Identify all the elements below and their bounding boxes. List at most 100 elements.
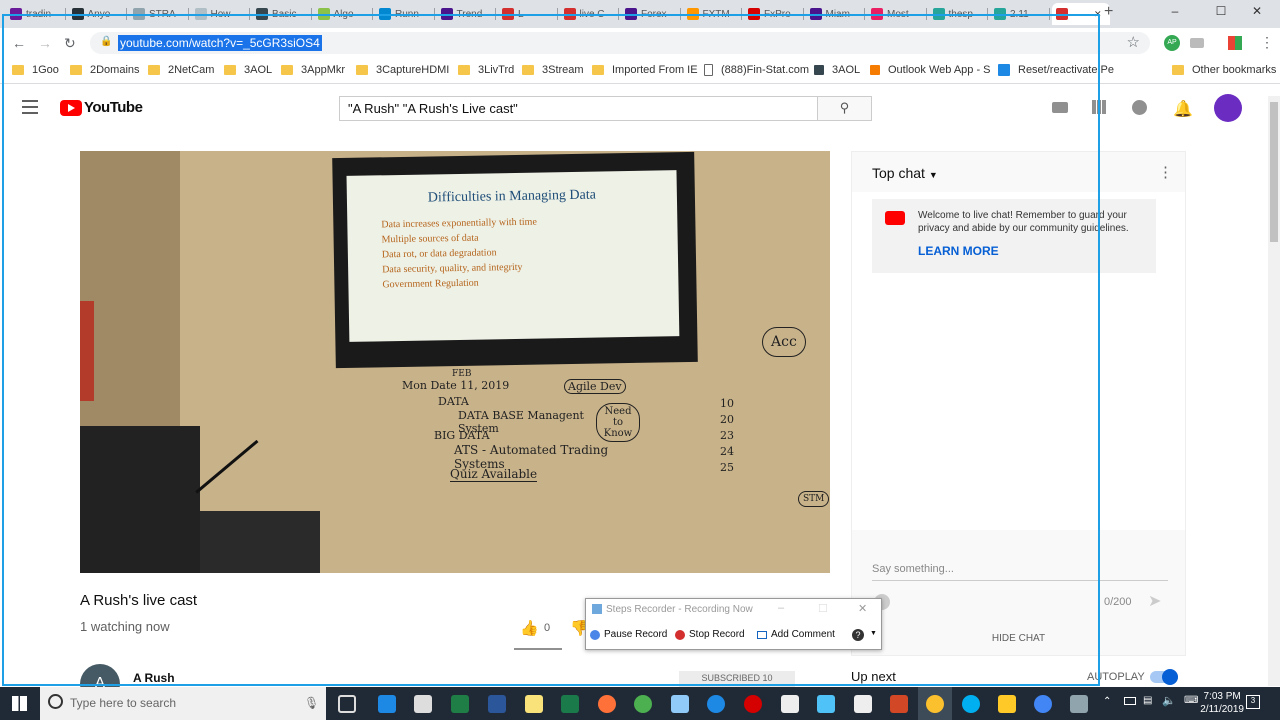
url-text[interactable]: youtube.com/watch?v=_5cGR3siOS4 [118,35,322,51]
battery-icon[interactable] [1124,697,1136,705]
help-icon[interactable]: ? [852,629,864,641]
browser-tab[interactable]: thesp [929,3,988,25]
notifications-center-icon[interactable]: 3 [1246,695,1260,709]
volume-icon[interactable]: 🔈 [1162,694,1176,707]
browser-tab[interactable]: STRA [129,3,189,25]
task-view-icon[interactable] [338,695,356,713]
taskbar-search[interactable]: Type here to search 🎙 [40,687,326,720]
bookmark-item[interactable]: Reset/reactivate Pe [998,64,1114,76]
opera-icon[interactable] [744,695,762,713]
pause-record-button[interactable]: Pause Record [590,629,667,640]
browser-tab[interactable]: Anyo [68,3,127,25]
camera-icon[interactable] [854,695,872,713]
close-window-button[interactable]: ✕ [1234,4,1280,18]
bookmark-item[interactable]: 1Goo [12,64,59,76]
menu-icon[interactable]: ⋮ [1260,34,1274,51]
bookmark-item[interactable]: Outlook Web App - S [870,64,991,76]
hamburger-icon[interactable] [22,100,38,114]
sticky-notes-icon[interactable] [525,695,543,713]
stop-record-button[interactable]: Stop Record [675,629,745,640]
autoplay-toggle[interactable] [1150,669,1178,685]
search-button[interactable]: ⚲ [818,96,872,121]
chat-input[interactable]: Say something... [872,563,1168,581]
page-scrollbar[interactable] [1268,96,1280,686]
browser-tab[interactable]: Basic [252,3,312,25]
browser-tab[interactable]: ✕ [1051,3,1110,25]
bookmark-item[interactable]: 3LivTrd [458,64,514,76]
edge-icon[interactable] [378,695,396,713]
system-clock[interactable]: 7:03 PM 2/11/2019 [1200,690,1244,716]
minimize-button[interactable]: – [1152,4,1198,18]
messages-icon[interactable] [1132,100,1147,115]
steps-recorder-taskbar-icon[interactable] [817,695,835,713]
browser-tab[interactable]: L [498,3,558,25]
browser-tab[interactable]: live C [560,3,619,25]
keyboard-icon[interactable]: ⌨ [1184,695,1198,706]
bookmark-item[interactable]: 2NetCam [148,64,214,76]
browser-tab[interactable]: Forex [621,3,681,25]
steps-close-button[interactable]: ✕ [858,602,867,615]
avatar[interactable] [1214,94,1242,122]
skype-icon[interactable] [962,695,980,713]
address-bar[interactable]: 🔒 youtube.com/watch?v=_5cGR3siOS4 ☆ [90,32,1150,54]
other-bookmarks[interactable]: Other bookmarks [1172,64,1276,76]
subscribe-button[interactable]: SUBSCRIBED 10 [679,671,795,687]
chrome-active-icon[interactable] [926,695,944,713]
bookmark-item[interactable]: 3Stream [522,64,584,76]
profile-badge[interactable]: AP [1164,35,1180,51]
notifications-icon[interactable]: 🔔 [1173,99,1193,119]
close-tab-icon[interactable]: ✕ [1094,9,1102,20]
window-app-icon[interactable] [781,695,799,713]
browser-tab[interactable]: Most [867,3,927,25]
back-icon[interactable]: ← [12,35,26,51]
browser-tab[interactable]: How [191,3,250,25]
bookmark-item[interactable]: 3AOL [814,64,860,76]
browser-tab[interactable]: Miam [806,3,865,25]
bookmark-item[interactable]: (888)Fin-Stat.com [704,64,809,76]
windows-start-icon[interactable] [12,696,27,711]
store-icon[interactable] [414,695,432,713]
network-icon[interactable]: ▤ [1143,695,1152,706]
forward-icon[interactable]: → [38,35,52,51]
bookmark-item[interactable]: 3CaptureHDMI [356,64,449,76]
chat-menu-icon[interactable]: ⋮ [1158,163,1173,181]
new-tab-button[interactable]: + [1104,3,1113,21]
file-explorer-icon[interactable] [998,695,1016,713]
learn-more-link[interactable]: LEARN MORE [918,244,999,258]
ie-icon[interactable] [707,695,725,713]
add-comment-button[interactable]: Add Comment [757,629,835,640]
browser-tab[interactable]: 2.11 [990,3,1050,25]
bookmark-item[interactable]: 2Domains [70,64,140,76]
youtube-logo[interactable]: YouTube [60,99,143,116]
browser-tab[interactable]: Runn [375,3,435,25]
send-icon[interactable]: ➤ [1148,591,1161,611]
microphone-icon[interactable]: 🎙 [304,696,319,710]
browser-tab[interactable]: FxPro [744,3,804,25]
help-dropdown-icon[interactable]: ▼ [870,630,877,637]
bookmark-star-icon[interactable]: ☆ [1127,33,1140,51]
bookmark-item[interactable]: 3AppMkr [281,64,345,76]
chrome-icon[interactable] [634,695,652,713]
tray-chevron-icon[interactable]: ⌃ [1103,696,1111,707]
bookmark-item[interactable]: Imported From IE [592,64,698,76]
bookmark-item[interactable]: 3AOL [224,64,272,76]
firefox-icon[interactable] [598,695,616,713]
like-button[interactable]: 👍 [520,619,539,637]
chrome-profile-icon[interactable] [1034,695,1052,713]
powerpoint-icon[interactable] [890,695,908,713]
app-icon[interactable] [671,695,689,713]
browser-tab[interactable]: Trend [437,3,496,25]
reload-icon[interactable]: ↻ [64,35,76,52]
steps-minimize-button[interactable]: – [778,602,784,614]
cast-icon[interactable] [1190,38,1204,48]
hide-chat-button[interactable]: HIDE CHAT [852,633,1185,644]
search-input[interactable]: "A Rush" "A Rush's Live cast" [339,96,818,121]
excel-icon[interactable] [451,695,469,713]
browser-tab[interactable]: tradin [6,3,66,25]
camtasia-icon[interactable] [561,695,579,713]
channel-name[interactable]: A Rush [133,671,175,685]
browser-tab[interactable]: FXTM [683,3,742,25]
word-icon[interactable] [488,695,506,713]
extension-icon[interactable] [1228,36,1242,50]
network-app-icon[interactable] [1070,695,1088,713]
